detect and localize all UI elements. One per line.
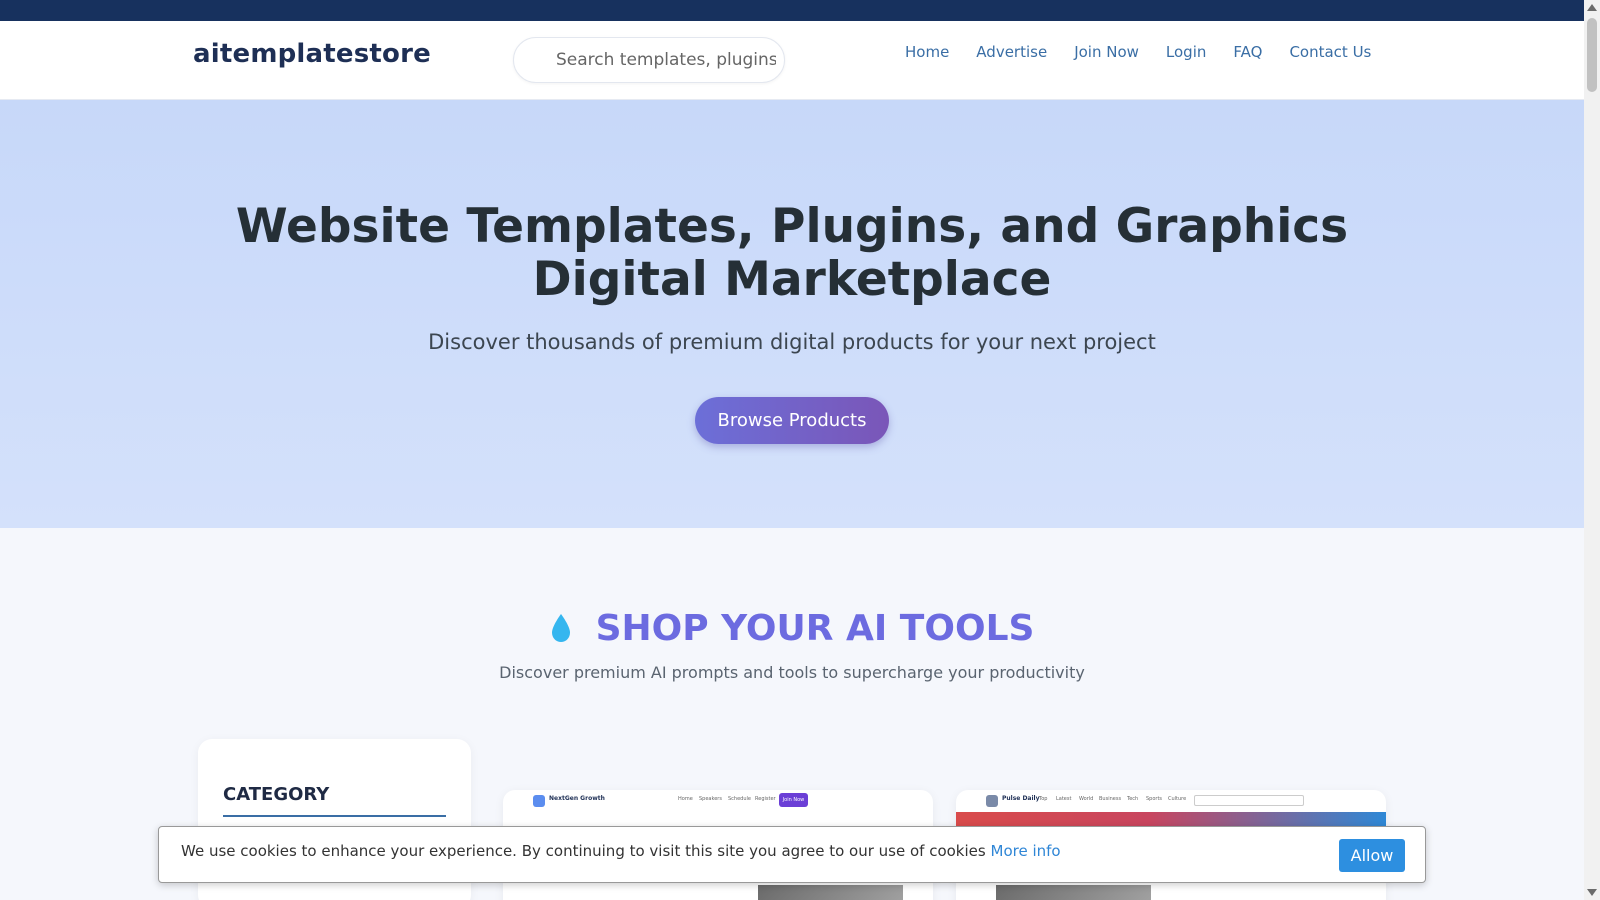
category-title: CATEGORY <box>223 784 330 805</box>
preview-link: Latest <box>1056 796 1072 802</box>
preview-link: Speakers <box>699 796 722 802</box>
nav-login[interactable]: Login <box>1166 43 1206 61</box>
hero-title-line2: Digital Marketplace <box>532 252 1052 307</box>
preview-link: Home <box>678 796 693 802</box>
preview-logo-icon <box>533 795 545 807</box>
category-underline <box>223 815 446 817</box>
scroll-thumb[interactable] <box>1587 18 1597 92</box>
hero-title: Website Templates, Plugins, and Graphics… <box>0 200 1584 306</box>
shop-subtitle: Discover premium AI prompts and tools to… <box>499 663 1085 682</box>
preview-link: Top <box>1039 796 1048 802</box>
preview-link: Register <box>755 796 776 802</box>
preview-image <box>996 885 1151 900</box>
cookie-message: We use cookies to enhance your experienc… <box>181 842 1061 860</box>
site-header: aitemplatestore Home Advertise Join Now … <box>0 21 1584 100</box>
preview-link: Schedule <box>728 796 751 802</box>
cookie-allow-button[interactable]: Allow <box>1339 839 1405 872</box>
preview-brand: Pulse Daily <box>1002 795 1040 802</box>
preview-link: World <box>1079 796 1094 802</box>
preview-logo-icon <box>986 795 998 807</box>
preview-brand: NextGen Growth <box>549 795 605 802</box>
nav-contact-us[interactable]: Contact Us <box>1289 43 1371 61</box>
site-logo[interactable]: aitemplatestore <box>193 39 431 69</box>
page-scrollbar[interactable] <box>1584 0 1600 900</box>
cookie-more-info-link[interactable]: More info <box>991 842 1061 860</box>
nav-join-now[interactable]: Join Now <box>1074 43 1139 61</box>
nav-advertise[interactable]: Advertise <box>976 43 1047 61</box>
nav-faq[interactable]: FAQ <box>1233 43 1262 61</box>
preview-search-icon <box>1194 795 1304 806</box>
preview-link: Business <box>1099 796 1122 802</box>
hero-subtitle: Discover thousands of premium digital pr… <box>428 330 1156 354</box>
product-preview-nav: Pulse Daily Top Latest World Business Te… <box>956 790 1386 812</box>
top-bar <box>0 0 1584 21</box>
product-preview-nav: NextGen Growth Home Speakers Schedule Re… <box>503 790 933 812</box>
cookie-text: We use cookies to enhance your experienc… <box>181 842 986 860</box>
shop-heading: SHOP YOUR AI TOOLS <box>0 608 1584 649</box>
preview-cta: Join Now <box>779 793 808 807</box>
browse-products-button[interactable]: Browse Products <box>695 397 889 444</box>
preview-link: Sports <box>1146 796 1163 802</box>
scroll-down-icon[interactable] <box>1587 889 1597 896</box>
hero-section: Website Templates, Plugins, and Graphics… <box>0 100 1584 528</box>
nav-home[interactable]: Home <box>905 43 949 61</box>
cookie-banner: We use cookies to enhance your experienc… <box>158 826 1426 883</box>
water-drop-icon <box>551 614 570 642</box>
preview-image <box>758 885 903 900</box>
scroll-up-icon[interactable] <box>1587 4 1597 11</box>
hero-title-line1: Website Templates, Plugins, and Graphics <box>235 199 1349 254</box>
shop-title: SHOP YOUR AI TOOLS <box>595 608 1035 649</box>
preview-ticker <box>956 812 1386 826</box>
preview-link: Culture <box>1168 796 1187 802</box>
main-nav: Home Advertise Join Now Login FAQ Contac… <box>905 43 1371 61</box>
search-box[interactable] <box>513 37 785 83</box>
preview-link: Tech <box>1127 796 1139 802</box>
search-input[interactable] <box>556 38 776 82</box>
